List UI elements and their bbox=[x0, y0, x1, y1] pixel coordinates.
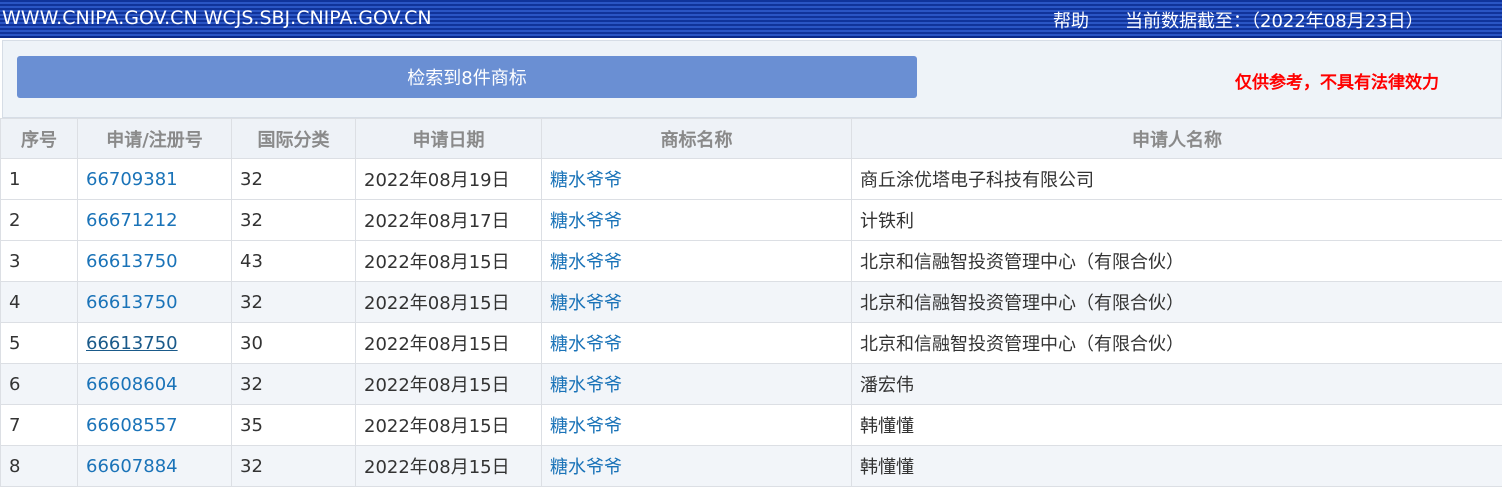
cell-serial: 8 bbox=[0, 445, 78, 487]
cell-serial: 2 bbox=[0, 199, 78, 241]
table-header-row: 序号 申请/注册号 国际分类 申请日期 商标名称 申请人名称 bbox=[0, 118, 1502, 159]
cell-application-date: 2022年08月15日 bbox=[355, 445, 542, 487]
table-row: 2 66671212 32 2022年08月17日 糖水爷爷 计铁利 bbox=[0, 199, 1502, 241]
cell-serial: 7 bbox=[0, 404, 78, 446]
cell-applicant-name: 计铁利 bbox=[851, 199, 1502, 241]
cell-applicant-name: 商丘涂优塔电子科技有限公司 bbox=[851, 158, 1502, 200]
cell-serial: 5 bbox=[0, 322, 78, 364]
cell-application-date: 2022年08月15日 bbox=[355, 240, 542, 282]
cell-application-date: 2022年08月15日 bbox=[355, 363, 542, 405]
cell-registration-number: 66709381 bbox=[77, 158, 232, 200]
help-link[interactable]: 帮助 bbox=[1053, 7, 1089, 33]
cell-applicant-name: 韩懂懂 bbox=[851, 404, 1502, 446]
cell-applicant-name: 韩懂懂 bbox=[851, 445, 1502, 487]
disclaimer-text: 仅供参考，不具有法律效力 bbox=[1235, 73, 1439, 93]
trademark-name-link[interactable]: 糖水爷爷 bbox=[550, 211, 622, 232]
trademark-name-link[interactable]: 糖水爷爷 bbox=[550, 416, 622, 437]
cell-applicant-name: 北京和信融智投资管理中心（有限合伙） bbox=[851, 281, 1502, 323]
cell-international-class: 32 bbox=[231, 363, 356, 405]
cell-trademark-name: 糖水爷爷 bbox=[541, 240, 852, 282]
cell-registration-number: 66613750 bbox=[77, 240, 232, 282]
cell-registration-number: 66608604 bbox=[77, 363, 232, 405]
cell-serial: 6 bbox=[0, 363, 78, 405]
cell-registration-number: 66613750 bbox=[77, 322, 232, 364]
trademark-name-link[interactable]: 糖水爷爷 bbox=[550, 375, 622, 396]
cell-international-class: 32 bbox=[231, 158, 356, 200]
cell-application-date: 2022年08月19日 bbox=[355, 158, 542, 200]
cell-application-date: 2022年08月17日 bbox=[355, 199, 542, 241]
cell-international-class: 43 bbox=[231, 240, 356, 282]
cell-trademark-name: 糖水爷爷 bbox=[541, 363, 852, 405]
cell-applicant-name: 北京和信融智投资管理中心（有限合伙） bbox=[851, 322, 1502, 364]
result-panel: 检索到8件商标 仅供参考，不具有法律效力 bbox=[2, 40, 1502, 118]
cell-international-class: 32 bbox=[231, 281, 356, 323]
cell-trademark-name: 糖水爷爷 bbox=[541, 199, 852, 241]
result-count-button[interactable]: 检索到8件商标 bbox=[17, 56, 917, 98]
table-row: 8 66607884 32 2022年08月15日 糖水爷爷 韩懂懂 bbox=[0, 445, 1502, 487]
cell-trademark-name: 糖水爷爷 bbox=[541, 281, 852, 323]
cell-international-class: 32 bbox=[231, 445, 356, 487]
data-cutoff-date: 当前数据截至：（2022年08月23日） bbox=[1125, 11, 1424, 32]
registration-number-link[interactable]: 66608604 bbox=[86, 374, 178, 395]
cell-application-date: 2022年08月15日 bbox=[355, 404, 542, 446]
cell-registration-number: 66607884 bbox=[77, 445, 232, 487]
header-registration-number: 申请/注册号 bbox=[77, 118, 232, 159]
registration-number-link[interactable]: 66671212 bbox=[86, 210, 178, 231]
header-applicant-name: 申请人名称 bbox=[851, 118, 1502, 159]
cell-international-class: 35 bbox=[231, 404, 356, 446]
cell-trademark-name: 糖水爷爷 bbox=[541, 445, 852, 487]
table-row: 4 66613750 32 2022年08月15日 糖水爷爷 北京和信融智投资管… bbox=[0, 281, 1502, 323]
table-row: 7 66608557 35 2022年08月15日 糖水爷爷 韩懂懂 bbox=[0, 404, 1502, 446]
cell-serial: 4 bbox=[0, 281, 78, 323]
cell-trademark-name: 糖水爷爷 bbox=[541, 322, 852, 364]
header-serial: 序号 bbox=[0, 118, 78, 159]
table-row: 6 66608604 32 2022年08月15日 糖水爷爷 潘宏伟 bbox=[0, 363, 1502, 405]
cell-serial: 1 bbox=[0, 158, 78, 200]
header-application-date: 申请日期 bbox=[355, 118, 542, 159]
site-domains: WWW.CNIPA.GOV.CN WCJS.SBJ.CNIPA.GOV.CN bbox=[2, 7, 432, 29]
cell-trademark-name: 糖水爷爷 bbox=[541, 404, 852, 446]
trademark-name-link[interactable]: 糖水爷爷 bbox=[550, 252, 622, 273]
cell-application-date: 2022年08月15日 bbox=[355, 281, 542, 323]
trademark-name-link[interactable]: 糖水爷爷 bbox=[550, 334, 622, 355]
header-international-class: 国际分类 bbox=[231, 118, 356, 159]
trademark-name-link[interactable]: 糖水爷爷 bbox=[550, 293, 622, 314]
cell-trademark-name: 糖水爷爷 bbox=[541, 158, 852, 200]
registration-number-link[interactable]: 66613750 bbox=[86, 251, 178, 272]
registration-number-link[interactable]: 66608557 bbox=[86, 415, 178, 436]
cell-international-class: 32 bbox=[231, 199, 356, 241]
registration-number-link[interactable]: 66613750 bbox=[86, 292, 178, 313]
registration-number-link[interactable]: 66613750 bbox=[86, 333, 178, 354]
cell-registration-number: 66613750 bbox=[77, 281, 232, 323]
registration-number-link[interactable]: 66607884 bbox=[86, 456, 178, 477]
trademark-name-link[interactable]: 糖水爷爷 bbox=[550, 457, 622, 478]
header-trademark-name: 商标名称 bbox=[541, 118, 852, 159]
registration-number-link[interactable]: 66709381 bbox=[86, 169, 178, 190]
cell-applicant-name: 北京和信融智投资管理中心（有限合伙） bbox=[851, 240, 1502, 282]
trademark-results-table: 序号 申请/注册号 国际分类 申请日期 商标名称 申请人名称 1 6670938… bbox=[0, 118, 1502, 487]
cell-application-date: 2022年08月15日 bbox=[355, 322, 542, 364]
trademark-name-link[interactable]: 糖水爷爷 bbox=[550, 170, 622, 191]
table-row: 5 66613750 30 2022年08月15日 糖水爷爷 北京和信融智投资管… bbox=[0, 322, 1502, 364]
top-bar: WWW.CNIPA.GOV.CN WCJS.SBJ.CNIPA.GOV.CN 帮… bbox=[0, 0, 1502, 38]
cell-applicant-name: 潘宏伟 bbox=[851, 363, 1502, 405]
cell-registration-number: 66608557 bbox=[77, 404, 232, 446]
table-row: 3 66613750 43 2022年08月15日 糖水爷爷 北京和信融智投资管… bbox=[0, 240, 1502, 282]
cell-serial: 3 bbox=[0, 240, 78, 282]
cell-registration-number: 66671212 bbox=[77, 199, 232, 241]
table-row: 1 66709381 32 2022年08月19日 糖水爷爷 商丘涂优塔电子科技… bbox=[0, 158, 1502, 200]
cell-international-class: 30 bbox=[231, 322, 356, 364]
